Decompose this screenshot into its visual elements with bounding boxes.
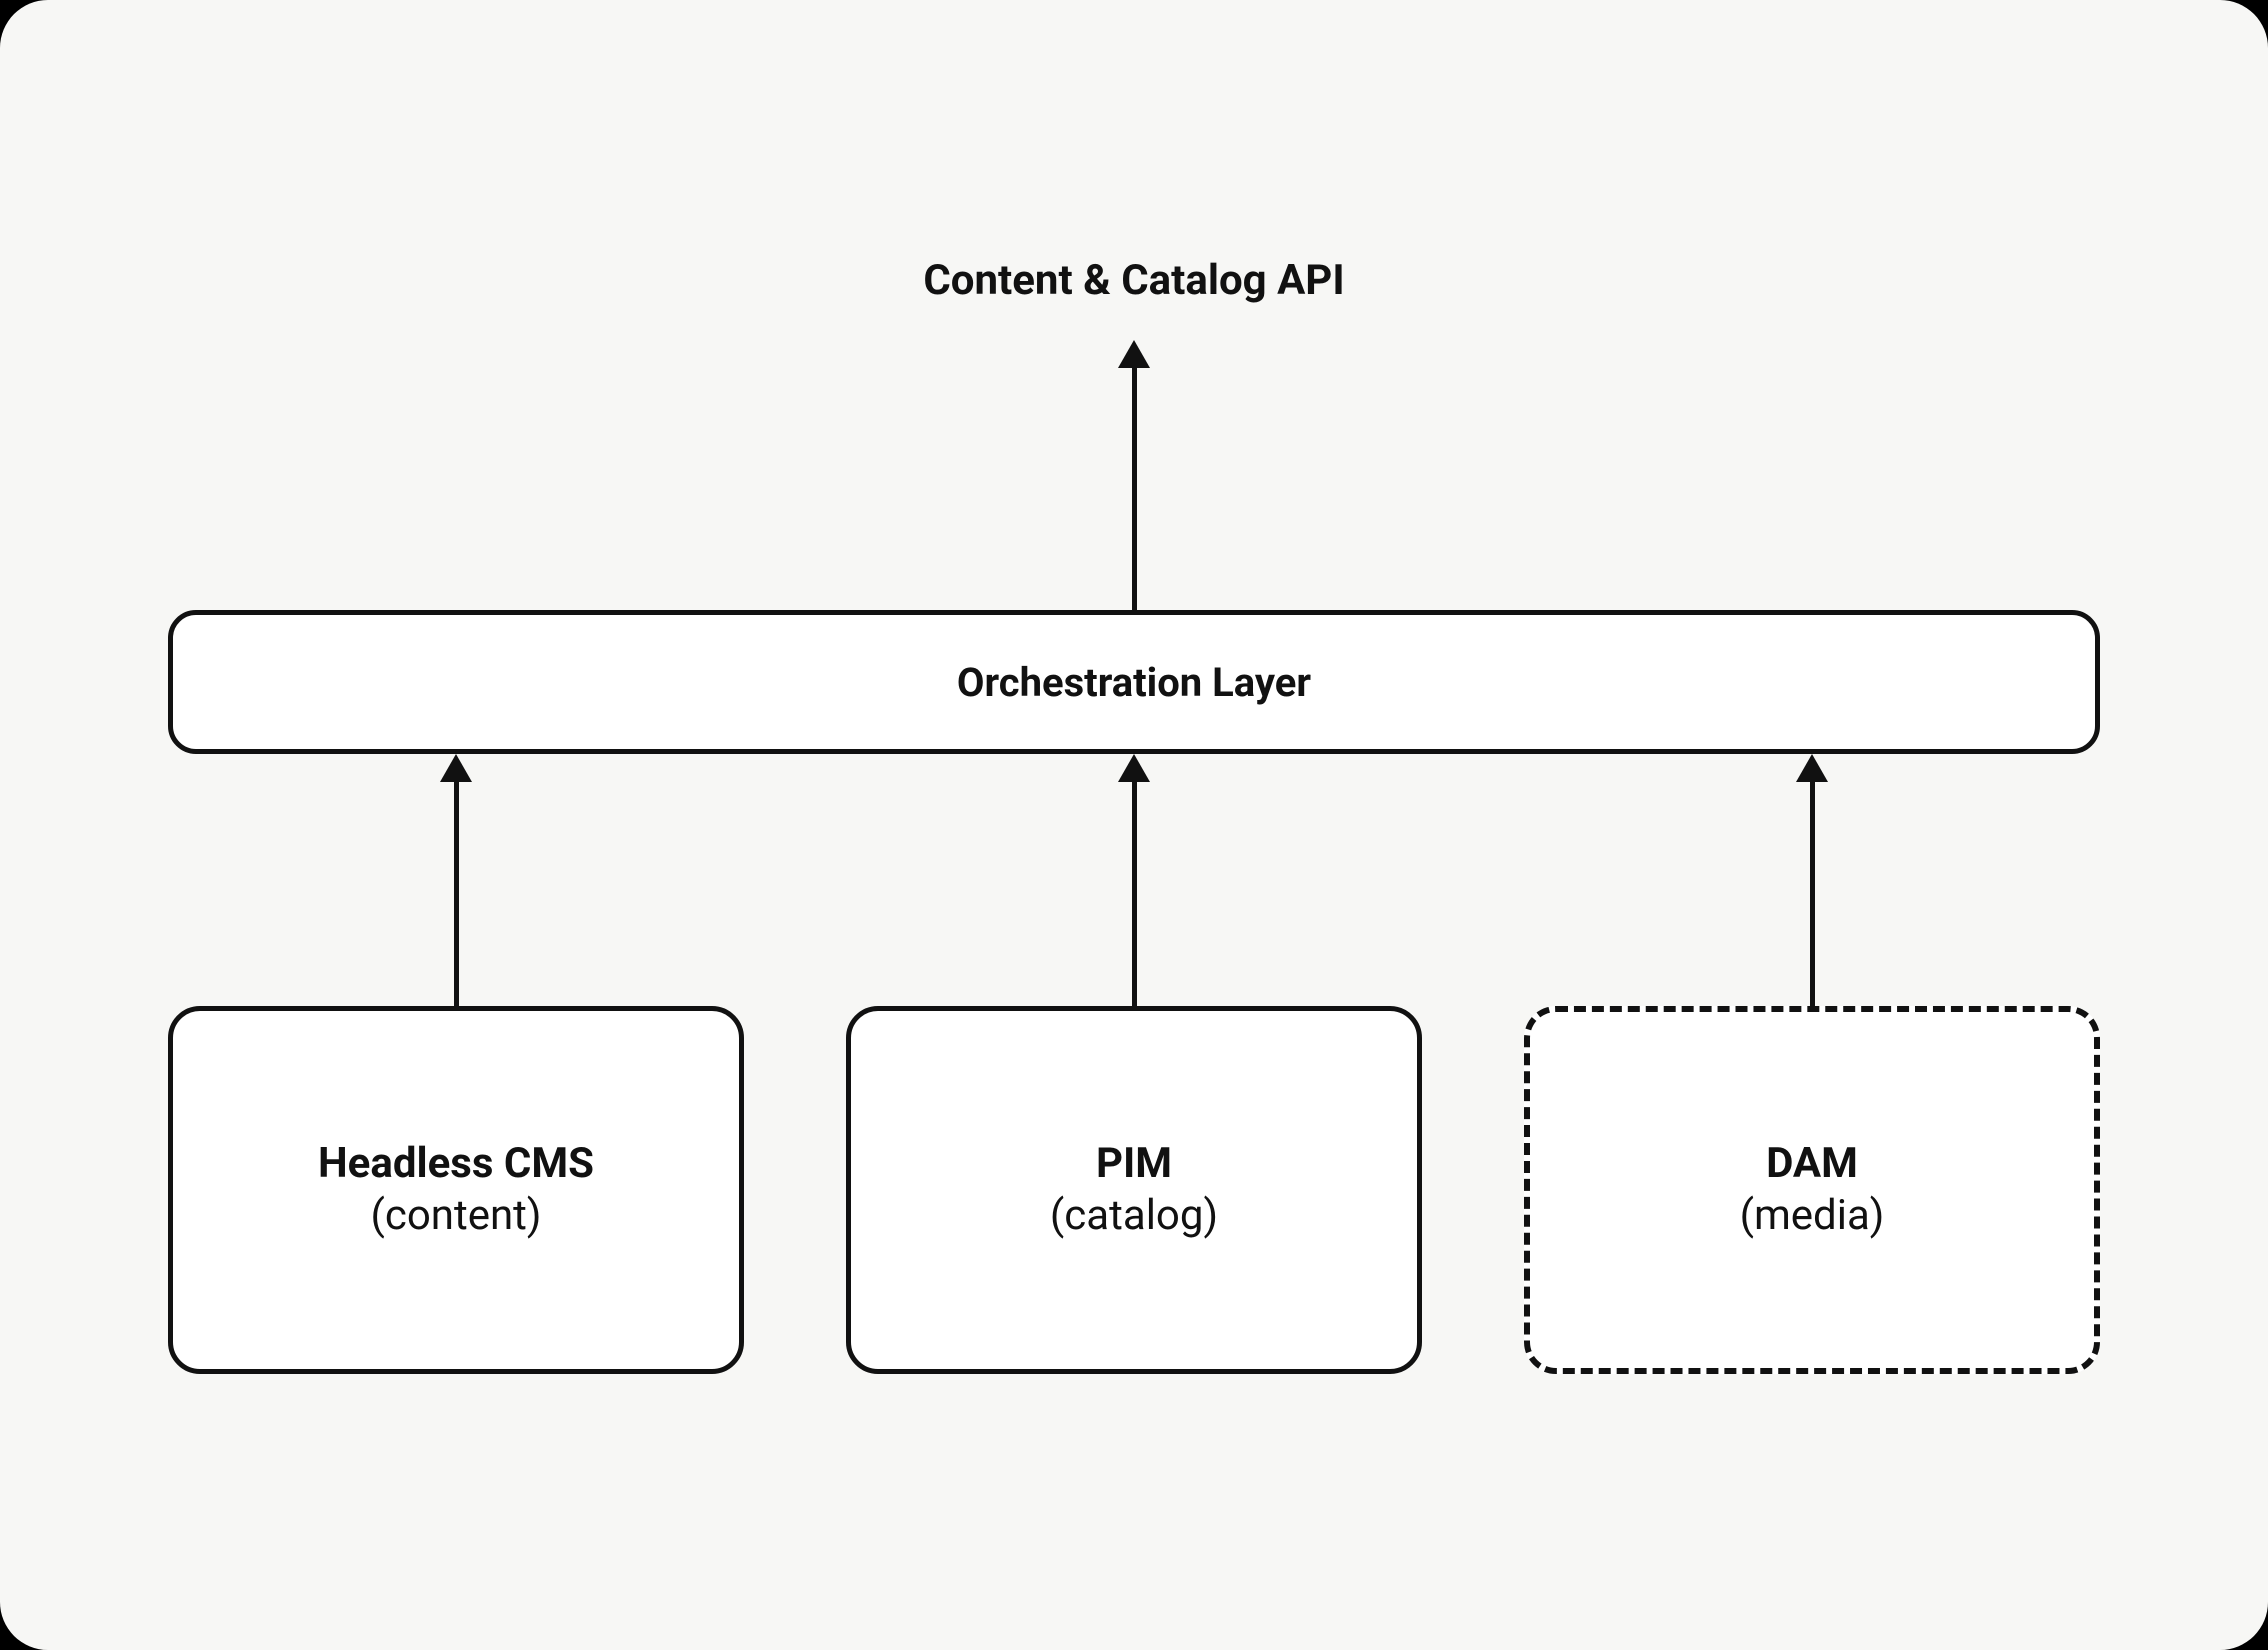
arrow-pim-to-orchestration — [1114, 754, 1154, 1006]
orchestration-layer-box: Orchestration Layer — [168, 610, 2100, 754]
arrow-cms-to-orchestration — [436, 754, 476, 1006]
arrow-orchestration-to-api — [1114, 340, 1154, 610]
arrow-up-icon — [440, 754, 472, 782]
cms-subtitle: (content) — [370, 1190, 541, 1243]
arrow-dam-to-orchestration — [1792, 754, 1832, 1006]
pim-box: PIM (catalog) — [846, 1006, 1422, 1374]
diagram-canvas: Content & Catalog API Orchestration Laye… — [0, 0, 2268, 1650]
pim-subtitle: (catalog) — [1050, 1190, 1218, 1243]
dam-box: DAM (media) — [1524, 1006, 2100, 1374]
dam-subtitle: (media) — [1740, 1190, 1885, 1243]
arrow-up-icon — [1796, 754, 1828, 782]
cms-title: Headless CMS — [318, 1138, 594, 1191]
orchestration-label: Orchestration Layer — [957, 659, 1311, 706]
arrow-up-icon — [1118, 340, 1150, 368]
dam-title: DAM — [1766, 1138, 1858, 1191]
headless-cms-box: Headless CMS (content) — [168, 1006, 744, 1374]
api-title: Content & Catalog API — [0, 256, 2268, 305]
arrow-up-icon — [1118, 754, 1150, 782]
pim-title: PIM — [1096, 1138, 1172, 1191]
